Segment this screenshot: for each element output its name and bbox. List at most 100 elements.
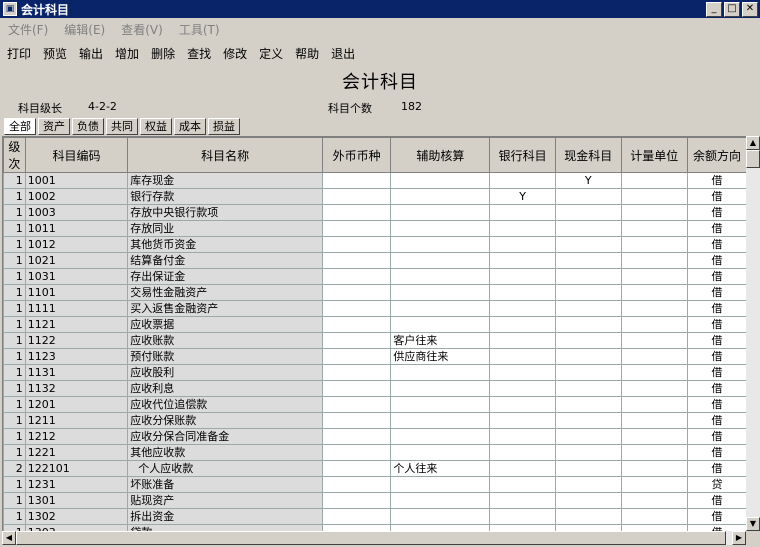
- modify-button[interactable]: 修改: [218, 45, 252, 62]
- cell-bank: [489, 236, 556, 253]
- exit-button[interactable]: 退出: [326, 45, 360, 62]
- cell-unit: [620, 332, 689, 349]
- grid-header: 级次 科目编码 科目名称 外币币种 辅助核算 银行科目 现金科目 计量单位 余额…: [3, 137, 747, 173]
- col-bank[interactable]: 银行科目: [489, 137, 556, 173]
- col-unit[interactable]: 计量单位: [620, 137, 689, 173]
- col-cash[interactable]: 现金科目: [554, 137, 622, 173]
- tab-equity[interactable]: 权益: [140, 118, 172, 135]
- horizontal-scroll-thumb[interactable]: [16, 531, 726, 545]
- table-row[interactable]: 1 1002 银行存款 Y 借: [3, 188, 747, 205]
- cell-direction: 借: [687, 252, 747, 269]
- minimize-button[interactable]: _: [706, 1, 722, 17]
- tab-liabilities[interactable]: 负债: [72, 118, 104, 135]
- vertical-scrollbar[interactable]: ▲ ▼: [746, 136, 760, 531]
- table-row[interactable]: 1 1031 存出保证金 借: [3, 268, 747, 285]
- table-row[interactable]: 1 1011 存放同业 借: [3, 220, 747, 237]
- tab-common[interactable]: 共同: [106, 118, 138, 135]
- cell-cash: [554, 268, 622, 285]
- cell-unit: [620, 348, 689, 365]
- cell-unit: [620, 300, 689, 317]
- help-button[interactable]: 帮助: [290, 45, 324, 62]
- table-row[interactable]: 1 1121 应收票据 借: [3, 316, 747, 333]
- cell-cash: [554, 380, 622, 397]
- col-direction[interactable]: 余额方向: [687, 137, 747, 173]
- cell-cash: [554, 396, 622, 413]
- level-value: 4-2-2: [88, 100, 117, 113]
- menu-tools[interactable]: 工具(T): [171, 21, 228, 38]
- cell-code: 1111: [24, 300, 129, 317]
- find-button[interactable]: 查找: [182, 45, 216, 62]
- cell-currency: [321, 348, 392, 365]
- add-button[interactable]: 增加: [110, 45, 144, 62]
- cell-auxiliary: [390, 172, 491, 189]
- cell-level: 1: [3, 348, 26, 365]
- col-code[interactable]: 科目编码: [24, 137, 129, 173]
- table-row[interactable]: 1 1123 预付账款 供应商往来 借: [3, 348, 747, 365]
- cell-cash: [554, 188, 622, 205]
- scroll-up-icon[interactable]: ▲: [746, 136, 760, 150]
- cell-name: 交易性金融资产: [127, 284, 323, 301]
- maximize-button[interactable]: □: [724, 1, 740, 17]
- cell-auxiliary: [390, 236, 491, 253]
- cell-name: 预付账款: [127, 348, 323, 365]
- cell-bank: [489, 380, 556, 397]
- cell-level: 1: [3, 236, 26, 253]
- col-currency[interactable]: 外币币种: [321, 137, 392, 173]
- tab-all[interactable]: 全部: [4, 118, 36, 135]
- cell-unit: [620, 188, 689, 205]
- menu-file[interactable]: 文件(F): [0, 21, 56, 38]
- cell-cash: [554, 284, 622, 301]
- table-row[interactable]: 1 1221 其他应收款 借: [3, 444, 747, 461]
- table-row[interactable]: 1 1212 应收分保合同准备金 借: [3, 428, 747, 445]
- cell-auxiliary: [390, 364, 491, 381]
- cell-unit: [620, 204, 689, 221]
- table-row[interactable]: 1 1231 坏账准备 贷: [3, 476, 747, 493]
- cell-direction: 贷: [687, 476, 747, 493]
- cell-cash: [554, 508, 622, 525]
- cell-unit: [620, 236, 689, 253]
- cell-bank: [489, 220, 556, 237]
- close-button[interactable]: ✕: [742, 1, 758, 17]
- preview-button[interactable]: 预览: [38, 45, 72, 62]
- table-row[interactable]: 1 1021 结算备付金 借: [3, 252, 747, 269]
- table-row[interactable]: 1 1001 库存现金 Y 借: [3, 172, 747, 189]
- table-row[interactable]: 1 1302 拆出资金 借: [3, 508, 747, 525]
- tab-assets[interactable]: 资产: [38, 118, 70, 135]
- table-row[interactable]: 1 1111 买入返售金融资产借: [3, 300, 747, 317]
- col-auxiliary[interactable]: 辅助核算: [390, 137, 491, 173]
- export-button[interactable]: 输出: [74, 45, 108, 62]
- tab-profit-loss[interactable]: 损益: [208, 118, 240, 135]
- cell-unit: [620, 508, 689, 525]
- define-button[interactable]: 定义: [254, 45, 288, 62]
- vertical-scroll-thumb[interactable]: [746, 150, 760, 168]
- cell-auxiliary: [390, 428, 491, 445]
- cell-direction: 借: [687, 508, 747, 525]
- table-row[interactable]: 1 1101 交易性金融资产 借: [3, 284, 747, 301]
- col-name[interactable]: 科目名称: [127, 137, 323, 173]
- horizontal-scrollbar[interactable]: ◀ ▶: [2, 531, 746, 545]
- tab-cost[interactable]: 成本: [174, 118, 206, 135]
- table-row[interactable]: 1 1132 应收利息 借: [3, 380, 747, 397]
- scroll-right-icon[interactable]: ▶: [732, 531, 746, 545]
- table-row[interactable]: 1 1003 存放中央银行款项 借: [3, 204, 747, 221]
- table-row[interactable]: 1 1201 应收代位追偿款 借: [3, 396, 747, 413]
- table-row[interactable]: 1 1122 应收账款 客户往来 借: [3, 332, 747, 349]
- app-icon: ▣: [3, 2, 17, 16]
- cell-currency: [321, 220, 392, 237]
- col-level[interactable]: 级次: [3, 137, 26, 173]
- table-row[interactable]: 1 1301 贴现资产 借: [3, 492, 747, 509]
- table-row[interactable]: 2 122101 个人应收款 个人往来 借: [3, 460, 747, 477]
- cell-code: 1123: [24, 348, 129, 365]
- delete-button[interactable]: 删除: [146, 45, 180, 62]
- table-row[interactable]: 1 1211 应收分保账款 借: [3, 412, 747, 429]
- cell-auxiliary: [390, 252, 491, 269]
- menu-edit[interactable]: 编辑(E): [56, 21, 113, 38]
- scroll-down-icon[interactable]: ▼: [746, 517, 760, 531]
- print-button[interactable]: 打印: [2, 45, 36, 62]
- table-row[interactable]: 1 1012 其他货币资金 借: [3, 236, 747, 253]
- menu-view[interactable]: 查看(V): [113, 21, 171, 38]
- cell-cash: [554, 236, 622, 253]
- scroll-left-icon[interactable]: ◀: [2, 531, 16, 545]
- table-row[interactable]: 1 1131 应收股利 借: [3, 364, 747, 381]
- accounts-grid[interactable]: 级次 科目编码 科目名称 外币币种 辅助核算 银行科目 现金科目 计量单位 余额…: [2, 136, 748, 533]
